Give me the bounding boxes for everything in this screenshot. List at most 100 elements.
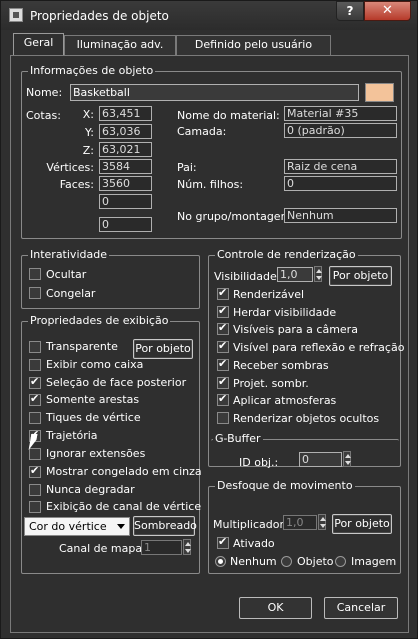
canal-mapa-label: Canal de mapa: xyxy=(59,542,146,555)
material-label: Nome do material: xyxy=(177,109,280,122)
radio-imagem[interactable] xyxy=(335,556,346,567)
material-field: Material #35 xyxy=(284,106,397,121)
grupo-field: Nenhum xyxy=(284,208,397,223)
id-obj-spinner[interactable] xyxy=(343,451,351,467)
multiplicador-label: Multiplicador: xyxy=(213,518,288,531)
aplicar-atmosferas-checkbox[interactable] xyxy=(217,392,229,406)
extra-field-2: 0 xyxy=(99,217,152,232)
somente-arestas-checkbox[interactable] xyxy=(29,392,41,406)
camada-field: 0 (padrão) xyxy=(284,123,397,138)
tab-geral[interactable]: Geral xyxy=(13,33,64,55)
visibilidade-spinner[interactable] xyxy=(314,266,322,282)
projetar-sombras-label: Projet. sombr. xyxy=(233,377,309,390)
desfoque-title: Desfoque de movimento xyxy=(215,479,355,492)
renderizar-ocultos-checkbox[interactable] xyxy=(217,412,229,424)
x-label: X: xyxy=(82,108,94,121)
extra-field-1: 0 xyxy=(99,194,152,209)
renderizavel-label: Renderizável xyxy=(233,288,305,301)
visivel-camera-checkbox[interactable] xyxy=(217,321,229,335)
herdar-visibilidade-label: Herdar visibilidade xyxy=(233,306,337,319)
tab-iluminacao[interactable]: Iluminação adv. xyxy=(64,35,176,55)
ok-button[interactable]: OK xyxy=(239,597,312,619)
congelado-cinza-label: Mostrar congelado em cinza xyxy=(46,465,202,478)
y-dimension-field: 63,036 xyxy=(99,124,152,139)
vertex-color-dropdown[interactable]: Cor do vértice xyxy=(24,517,130,536)
transparente-label: Transparente xyxy=(46,340,118,353)
canal-vertice-checkbox[interactable] xyxy=(29,501,41,513)
multiplicador-field[interactable]: 1,0 xyxy=(283,515,317,530)
faces-field: 3560 xyxy=(99,176,152,191)
faces-label: Faces: xyxy=(59,178,94,191)
z-dimension-field: 63,021 xyxy=(99,142,152,157)
ativado-checkbox[interactable] xyxy=(217,535,229,549)
camada-label: Camada: xyxy=(177,125,227,138)
object-color-swatch[interactable] xyxy=(365,83,394,102)
desfoque-por-objeto-button[interactable]: Por objeto xyxy=(332,514,392,534)
renderizacao-title: Controle de renderização xyxy=(215,248,358,261)
ativado-label: Ativado xyxy=(233,537,275,550)
canal-mapa-field[interactable]: 1 xyxy=(141,540,182,555)
exibicao-por-objeto-button[interactable]: Por objeto xyxy=(133,339,193,359)
ocultar-checkbox[interactable] xyxy=(29,268,41,280)
selecao-face-label: Seleção de face posterior xyxy=(46,376,187,389)
receber-sombras-label: Receber sombras xyxy=(233,359,329,372)
cotas-label: Cotas: xyxy=(26,109,61,122)
sombreado-button[interactable]: Sombreado xyxy=(133,516,197,536)
congelar-label: Congelar xyxy=(46,287,96,300)
vertices-label: Vértices: xyxy=(46,161,94,174)
congelar-checkbox[interactable] xyxy=(29,287,41,299)
radio-nenhum[interactable] xyxy=(215,556,226,567)
ocultar-label: Ocultar xyxy=(46,268,87,281)
visibilidade-field[interactable]: 1,0 xyxy=(277,267,313,282)
congelado-cinza-checkbox[interactable] xyxy=(29,464,41,478)
visivel-camera-label: Visíveis para a câmera xyxy=(233,323,358,336)
help-button[interactable]: ? xyxy=(336,1,364,21)
exibir-caixa-label: Exibir como caixa xyxy=(46,358,144,371)
filhos-label: Núm. filhos: xyxy=(177,178,244,191)
nunca-degradar-checkbox[interactable] xyxy=(29,484,41,496)
canal-mapa-spinner[interactable] xyxy=(183,539,191,555)
z-label: Z: xyxy=(82,144,94,157)
vertices-field: 3584 xyxy=(99,159,152,174)
visibilidade-label: Visibilidade: xyxy=(214,270,281,283)
multiplicador-spinner[interactable] xyxy=(318,514,326,530)
selecao-face-checkbox[interactable] xyxy=(29,375,41,389)
close-button[interactable]: ✕ xyxy=(364,1,411,21)
herdar-visibilidade-checkbox[interactable] xyxy=(217,304,229,318)
transparente-checkbox[interactable] xyxy=(29,341,41,353)
object-info-title: Informações de objeto xyxy=(28,64,156,77)
radio-objeto[interactable] xyxy=(281,556,292,567)
visivel-reflexao-label: Visível para reflexão e refração xyxy=(233,341,405,354)
visivel-reflexao-checkbox[interactable] xyxy=(217,339,229,353)
projetar-sombras-checkbox[interactable] xyxy=(217,375,229,389)
renderizavel-checkbox[interactable] xyxy=(217,286,229,300)
receber-sombras-checkbox[interactable] xyxy=(217,357,229,371)
interatividade-title: Interatividade xyxy=(28,248,109,261)
tab-definido-usuario[interactable]: Definido pelo usuário xyxy=(176,35,331,55)
renderizar-ocultos-label: Renderizar objetos ocultos xyxy=(233,412,380,425)
window-title: Propriedades de objeto xyxy=(30,9,169,23)
render-por-objeto-button[interactable]: Por objeto xyxy=(329,266,392,286)
exibir-caixa-checkbox[interactable] xyxy=(29,359,41,371)
tiques-vertice-checkbox[interactable] xyxy=(29,412,41,424)
radio-objeto-label: Objeto xyxy=(297,555,334,568)
filhos-field: 0 xyxy=(284,176,397,191)
pai-label: Pai: xyxy=(177,161,197,174)
radio-imagem-label: Imagem xyxy=(351,555,397,568)
id-obj-label: ID obj.: xyxy=(239,456,279,469)
canal-vertice-label: Exibição de canal de vértice xyxy=(46,500,202,513)
trajetoria-label: Trajetória xyxy=(46,429,98,442)
cancel-button[interactable]: Cancelar xyxy=(324,597,398,619)
tiques-vertice-label: Tiques de vértice xyxy=(46,411,141,424)
app-icon xyxy=(9,8,23,22)
object-properties-dialog: Propriedades de objeto ? ✕ Geral Ilumina… xyxy=(0,0,418,639)
nunca-degradar-label: Nunca degradar xyxy=(46,483,135,496)
aplicar-atmosferas-label: Aplicar atmosferas xyxy=(233,394,337,407)
y-label: Y: xyxy=(85,126,94,139)
grupo-label: No grupo/montagem: xyxy=(177,210,295,223)
x-dimension-field: 63,451 xyxy=(99,106,152,121)
name-input[interactable]: Basketball xyxy=(70,84,359,101)
title-bar: Propriedades de objeto ? ✕ xyxy=(1,1,417,30)
id-obj-field[interactable]: 0 xyxy=(299,452,342,467)
radio-nenhum-label: Nenhum xyxy=(230,555,277,568)
